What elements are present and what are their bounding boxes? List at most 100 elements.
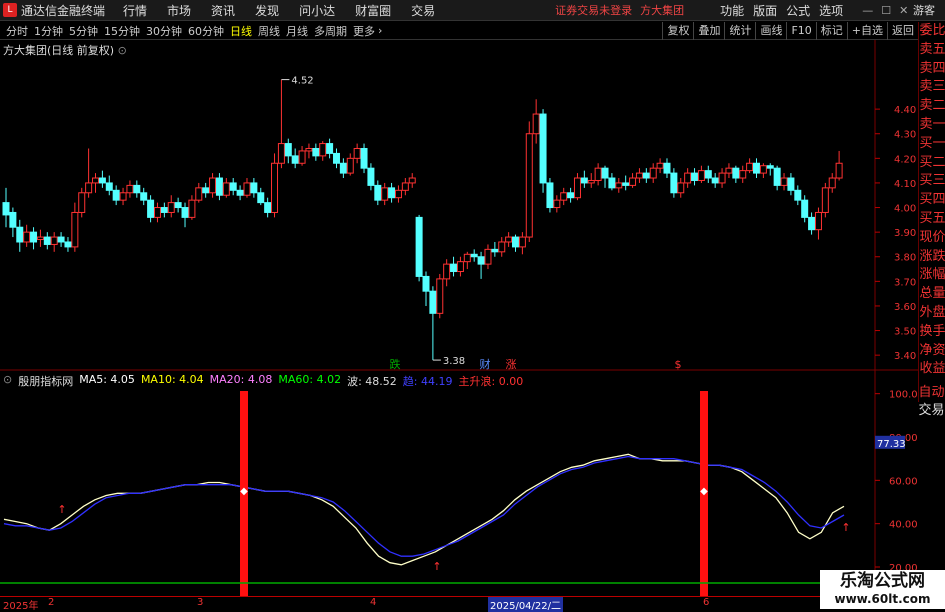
candle-body (222, 182, 230, 196)
event-marker: 跌 (390, 357, 401, 371)
side-trade[interactable]: 交易 (918, 402, 945, 420)
price-tick-label: 4.00 (894, 204, 916, 215)
candle-body (470, 253, 478, 258)
menu-discover[interactable]: 发现 (255, 2, 279, 19)
candle-body (298, 150, 306, 164)
tool-mark[interactable]: 标记 (815, 22, 847, 40)
candle-body (326, 143, 334, 154)
candle-body (697, 170, 705, 181)
tool-f10[interactable]: F10 (786, 22, 815, 40)
login-status[interactable]: 证券交易未登录 (555, 2, 632, 18)
side-item-10[interactable]: 买五 (919, 210, 945, 229)
candle-body (491, 248, 499, 253)
period-5min[interactable]: 5分钟 (69, 23, 98, 39)
candle-body (553, 199, 561, 209)
close-icon[interactable]: ✕ (899, 4, 908, 17)
period-weekly[interactable]: 周线 (258, 23, 280, 39)
tool-stats[interactable]: 统计 (724, 22, 755, 40)
chart-title-text: 方大集团(日线 前复权) (3, 44, 115, 57)
date-label-3: 3 (197, 597, 204, 608)
tool-add-watch[interactable]: +自选 (846, 22, 887, 40)
side-item-0[interactable]: 委比 (919, 22, 945, 41)
price-tick-label: 4.40 (894, 105, 916, 116)
side-item-17[interactable]: 净资 (919, 342, 945, 361)
period-more[interactable]: 更多 (353, 23, 375, 39)
candle-body (752, 162, 760, 174)
side-item-16[interactable]: 换手 (919, 323, 945, 342)
candle-body (711, 177, 719, 184)
up-arrow-icon: ↑ (432, 560, 441, 573)
candle-body (305, 147, 313, 152)
period-monthly[interactable]: 月线 (286, 23, 308, 39)
menu-layout[interactable]: 版面 (753, 2, 777, 19)
side-item-8[interactable]: 买三 (919, 172, 945, 191)
side-item-1[interactable]: 卖五 (919, 41, 945, 60)
period-30min[interactable]: 30分钟 (146, 23, 182, 39)
side-item-4[interactable]: 卖二 (919, 97, 945, 116)
menu-ask[interactable]: 问小达 (299, 2, 335, 19)
candle-body (105, 182, 113, 191)
side-item-9[interactable]: 买四 (919, 191, 945, 210)
period-toolbar: 分时 1分钟 5分钟 15分钟 30分钟 60分钟 日线 周线 月线 多周期 更… (0, 22, 918, 40)
side-auto[interactable]: 自动 (918, 384, 945, 402)
candle-body (160, 207, 168, 213)
candle-body (580, 177, 588, 184)
candle-body (367, 167, 375, 186)
period-15min[interactable]: 15分钟 (104, 23, 140, 39)
menu-function[interactable]: 功能 (720, 2, 744, 19)
menu-news[interactable]: 资讯 (211, 2, 235, 19)
candle-body (787, 177, 795, 191)
menu-trade[interactable]: 交易 (411, 2, 435, 19)
tool-back[interactable]: 返回 (887, 22, 918, 40)
menu-formula[interactable]: 公式 (786, 2, 810, 19)
indicator-gear-icon[interactable]: ⊙ (3, 373, 12, 389)
period-daily[interactable]: 日线 (230, 23, 252, 39)
price-tick-label: 3.90 (894, 228, 916, 239)
candle-body (71, 211, 79, 248)
candle-body (546, 182, 554, 209)
side-item-11[interactable]: 现价 (919, 229, 945, 248)
menu-market[interactable]: 市场 (167, 2, 191, 19)
menu-wealth[interactable]: 财富圈 (355, 2, 391, 19)
side-item-6[interactable]: 买一 (919, 135, 945, 154)
indicator-name[interactable]: 殷朋指标网 (18, 373, 73, 389)
maximize-icon[interactable]: ☐ (881, 4, 891, 17)
period-60min[interactable]: 60分钟 (188, 23, 224, 39)
legend-trend: 趋: 44.19 (402, 375, 453, 388)
menu-options[interactable]: 选项 (819, 2, 843, 19)
annotation-label: 4.52 (291, 76, 313, 87)
candle-body (498, 241, 506, 253)
price-tick-label: 3.50 (894, 327, 916, 338)
side-item-15[interactable]: 外盘 (919, 304, 945, 323)
candlestick-series (2, 79, 843, 361)
settings-circle-icon[interactable]: ⊙ (118, 44, 127, 57)
candle-body (43, 236, 51, 245)
candle-body (2, 202, 10, 216)
side-item-13[interactable]: 涨幅 (919, 266, 945, 285)
candle-body (436, 278, 444, 314)
candle-body (195, 187, 203, 201)
period-timeshare[interactable]: 分时 (6, 23, 28, 39)
side-item-5[interactable]: 卖一 (919, 116, 945, 135)
period-1min[interactable]: 1分钟 (34, 23, 63, 39)
side-item-18[interactable]: 收益 (919, 360, 945, 379)
side-item-12[interactable]: 涨跌 (919, 248, 945, 267)
side-item-14[interactable]: 总量 (919, 285, 945, 304)
chevron-right-icon[interactable]: › (378, 24, 382, 37)
tool-overlay[interactable]: 叠加 (693, 22, 724, 40)
side-item-3[interactable]: 卖三 (919, 78, 945, 97)
candle-body (36, 236, 44, 241)
guest-label[interactable]: 游客 (913, 2, 935, 18)
side-item-7[interactable]: 买二 (919, 154, 945, 173)
tool-draw[interactable]: 画线 (755, 22, 786, 40)
app-title: 通达信金融终端 (21, 3, 106, 18)
candle-body (243, 182, 251, 196)
menu-quotes[interactable]: 行情 (123, 2, 147, 19)
candle-body (23, 231, 31, 243)
period-multi[interactable]: 多周期 (314, 23, 347, 39)
minimize-icon[interactable]: — (862, 4, 873, 17)
side-item-2[interactable]: 卖四 (919, 60, 945, 79)
candle-body (450, 263, 458, 273)
candle-body (394, 189, 402, 199)
tool-adjust[interactable]: 复权 (662, 22, 693, 40)
